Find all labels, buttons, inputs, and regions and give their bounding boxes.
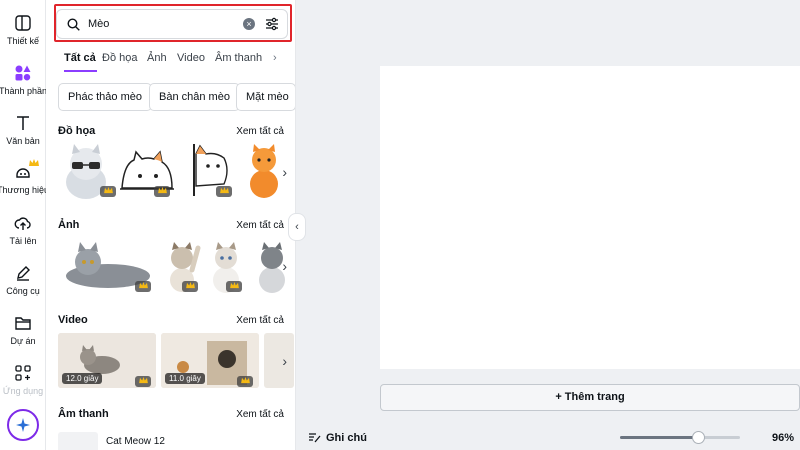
zoom-value[interactable]: 96%	[772, 432, 794, 444]
elements-icon	[15, 65, 31, 81]
tab-videos[interactable]: Video	[177, 52, 205, 64]
rail-item-brand[interactable]: Thương hiệu	[0, 159, 49, 195]
collapse-panel-button[interactable]: ‹	[288, 213, 306, 241]
audio-track-title[interactable]: Cat Meow 12	[106, 436, 165, 447]
chip-cat-face[interactable]: Mặt mèo	[236, 83, 295, 111]
crown-icon	[240, 377, 250, 384]
photos-title: Ảnh	[58, 219, 80, 231]
photos-next-icon[interactable]: ›	[282, 258, 287, 274]
rail-item-uploads[interactable]: Tải lên	[0, 214, 46, 246]
photo-gray-kitten[interactable]	[252, 236, 286, 294]
graphics-see-all-link[interactable]: Xem tất cả	[236, 126, 284, 137]
search-highlight-box	[54, 4, 292, 42]
rail-item-projects[interactable]: Dự án	[0, 314, 46, 346]
audio-thumbnail[interactable]	[58, 432, 98, 450]
rail-label: Thiết kế	[6, 36, 39, 46]
rail-label: Tải lên	[9, 236, 37, 246]
tab-graphics[interactable]: Đồ họa	[102, 52, 137, 64]
add-page-button[interactable]: + Thêm trang	[380, 384, 800, 411]
tab-photos[interactable]: Ảnh	[147, 52, 167, 64]
elements-panel: Mèo × Tất cả Đồ họa Ảnh Video Âm thanh ›…	[46, 0, 296, 450]
rail-label: Thương hiệu	[0, 185, 49, 195]
suggestion-chips: Phác thảo mèo Bàn chân mèo Mặt mèo	[58, 83, 295, 111]
premium-badge	[100, 186, 116, 197]
tabs-next-icon[interactable]: ›	[273, 52, 277, 64]
left-rail: Thiết kế Thành phần Văn bản Thương hiệu …	[0, 0, 49, 450]
videos-next-icon[interactable]: ›	[282, 353, 287, 369]
premium-badge	[135, 376, 151, 387]
rail-item-design[interactable]: Thiết kế	[0, 14, 46, 46]
graphics-next-icon[interactable]: ›	[282, 164, 287, 180]
premium-badge	[182, 281, 198, 292]
tab-audio[interactable]: Âm thanh	[215, 52, 262, 64]
zoom-slider-fill	[620, 436, 698, 439]
audio-title: Âm thanh	[58, 408, 109, 420]
upload-cloud-icon	[14, 217, 31, 230]
photos-see-all-link[interactable]: Xem tất cả	[236, 220, 284, 231]
notes-icon	[309, 433, 321, 443]
rail-label: Thành phần	[0, 86, 48, 96]
graphic-orange-cat[interactable]	[244, 142, 284, 200]
video-duration: 12.0 giây	[62, 373, 103, 384]
audio-see-all-link[interactable]: Xem tất cả	[236, 409, 284, 420]
chip-cat-sketch[interactable]: Phác thảo mèo	[58, 83, 152, 111]
crown-icon	[138, 282, 148, 289]
rail-item-tools[interactable]: Công cụ	[0, 264, 46, 296]
bottom-bar: Ghi chú 96%	[296, 424, 800, 450]
notes-button[interactable]: Ghi chú	[326, 432, 367, 444]
apps-grid-icon	[15, 365, 31, 381]
rail-label: Công cụ	[6, 286, 40, 296]
text-icon	[17, 116, 29, 130]
premium-badge	[154, 186, 170, 197]
premium-badge	[216, 186, 232, 197]
tab-all[interactable]: Tất cả	[64, 52, 96, 64]
rail-item-elements[interactable]: Thành phần	[0, 64, 47, 96]
pen-icon	[17, 266, 30, 281]
magic-assistant-button[interactable]	[7, 409, 39, 441]
rail-item-text[interactable]: Văn bản	[0, 114, 46, 146]
design-page[interactable]	[380, 66, 800, 369]
crown-icon	[185, 282, 195, 289]
rail-label: Ứng dụng	[2, 386, 44, 396]
crown-icon	[157, 187, 167, 194]
crown-icon	[229, 282, 239, 289]
videos-title: Video	[58, 314, 88, 326]
rail-item-apps[interactable]: Ứng dụng	[0, 364, 46, 396]
zoom-slider[interactable]	[620, 431, 740, 444]
crown-icon	[103, 187, 113, 194]
folder-icon	[15, 317, 31, 330]
rail-label: Dự án	[10, 336, 36, 346]
rail-label: Văn bản	[6, 136, 40, 146]
video-third[interactable]	[264, 333, 294, 388]
video-duration: 11.0 giây	[165, 373, 205, 384]
graphics-title: Đồ họa	[58, 125, 96, 137]
category-tabs: Tất cả Đồ họa Ảnh Video Âm thanh ›	[64, 50, 295, 74]
crown-icon	[138, 377, 148, 384]
premium-badge	[135, 281, 151, 292]
chip-cat-paw[interactable]: Bàn chân mèo	[149, 83, 240, 111]
crown-icon	[219, 187, 229, 194]
premium-badge	[237, 376, 253, 387]
sparkle-icon	[16, 418, 30, 432]
active-tab-indicator	[64, 70, 97, 72]
premium-crown-icon	[29, 159, 39, 166]
layout-icon	[15, 15, 31, 31]
zoom-slider-handle[interactable]	[692, 431, 705, 444]
premium-badge	[226, 281, 242, 292]
videos-see-all-link[interactable]: Xem tất cả	[236, 315, 284, 326]
